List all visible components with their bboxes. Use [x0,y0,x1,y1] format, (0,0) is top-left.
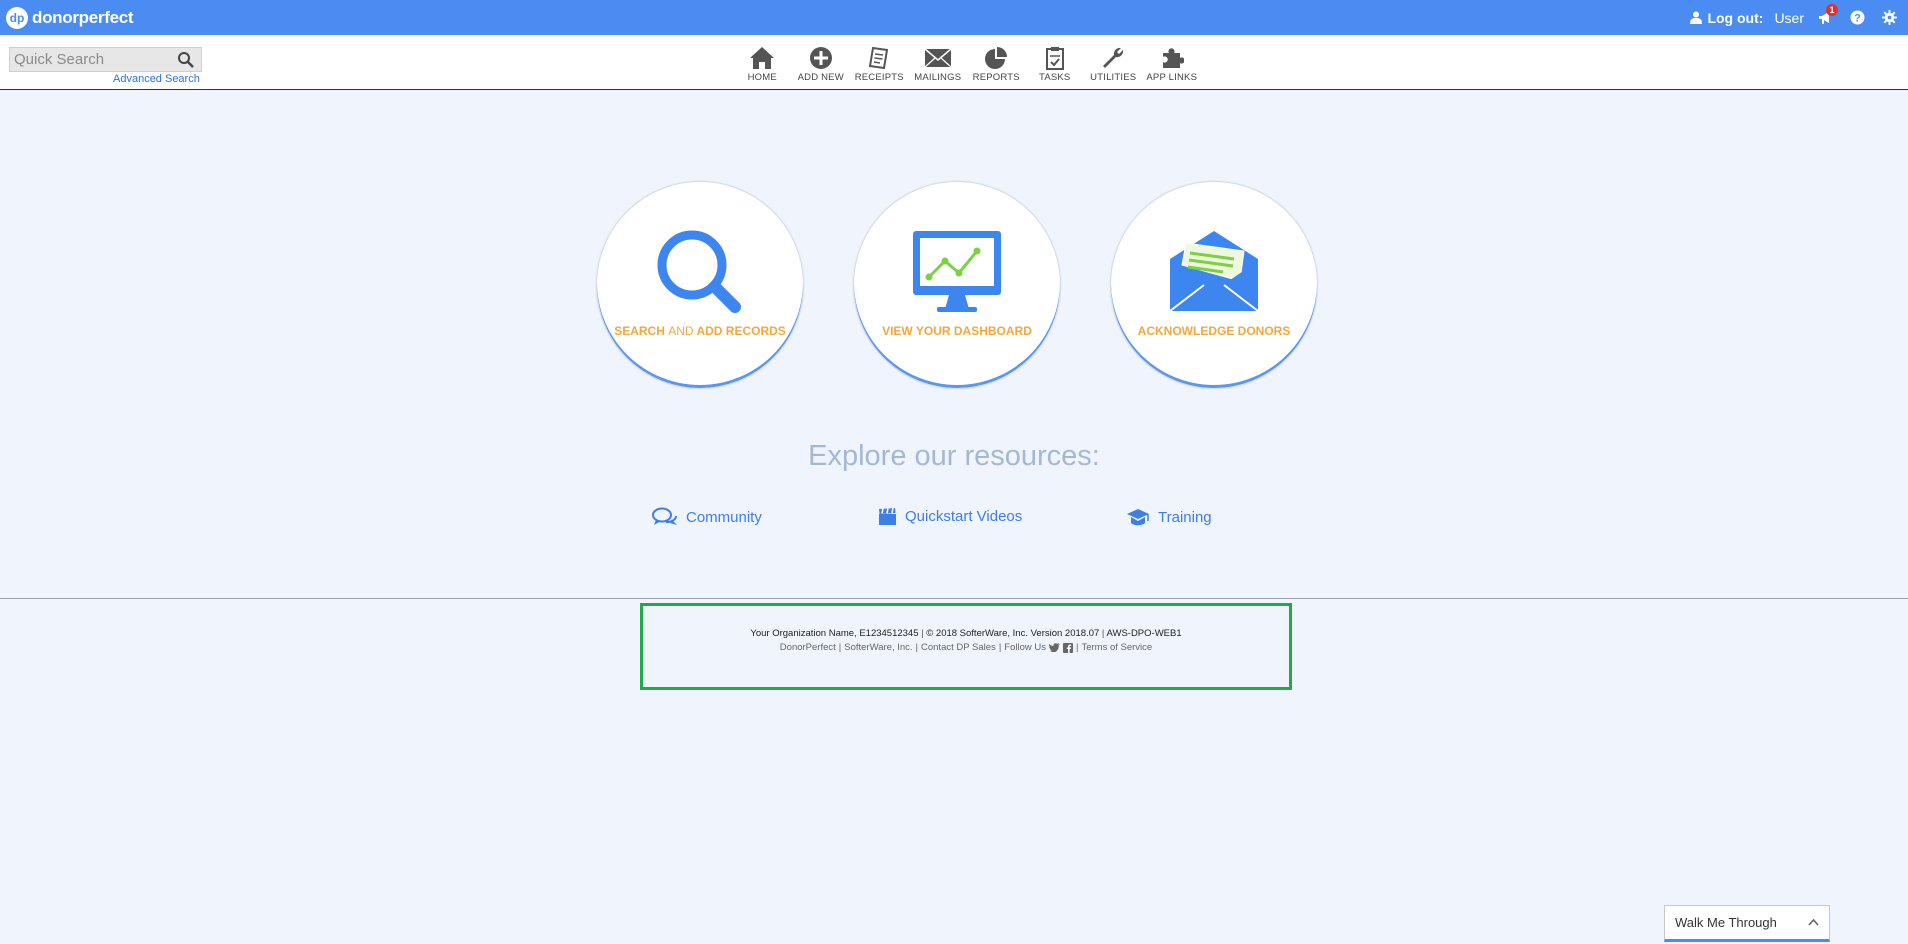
clapperboard-icon [879,507,896,525]
top-right-actions: Log out: User 1 ? [1690,0,1900,35]
acknowledge-card-label: ACKNOWLEDGE DONORS [1137,324,1291,338]
nav-label: TASKS [1039,72,1071,83]
terms-of-service-link[interactable]: Terms of Service [1081,642,1152,653]
softerware-link[interactable]: SofterWare, Inc. [844,642,912,653]
separator: | [1075,642,1079,653]
footer-info-box: Your Organization Name, E1234512345 | © … [640,603,1292,690]
separator: | [998,642,1002,653]
acknowledge-donors-card[interactable]: ACKNOWLEDGE DONORS [1110,181,1318,389]
settings-button[interactable] [1878,7,1900,29]
notification-count-badge: 1 [1826,3,1838,16]
nav-label: ADD NEW [797,72,844,83]
user-icon [1690,11,1703,24]
server-name: AWS-DPO-WEB1 [1106,628,1182,639]
separator: | [838,642,842,653]
main-nav-row: Advanced Search HOME ADD NEW RECEIPTS MA… [0,35,1908,90]
walk-me-through-label: Walk Me Through [1675,915,1777,930]
clipboard-icon [1045,47,1064,70]
organization-name: Your Organization Name, E1234512345 [750,628,919,639]
nav-item-app-links[interactable]: APP LINKS [1143,45,1202,83]
nav-items: HOME ADD NEW RECEIPTS MAILINGS REPORTS T… [733,45,1201,83]
logo-text: donorperfect [32,7,134,27]
nav-label: APP LINKS [1146,72,1198,83]
nav-label: RECEIPTS [854,72,904,83]
pie-chart-icon [985,47,1008,69]
open-envelope-icon [1169,231,1259,312]
nav-item-home[interactable]: HOME [733,45,792,83]
notifications-button[interactable]: 1 [1814,3,1838,29]
chat-bubbles-icon [652,507,678,525]
nav-item-reports[interactable]: REPORTS [967,45,1026,83]
search-icon[interactable] [177,51,195,69]
copyright-text: © 2018 SofterWare, Inc. Version 2018.07 [926,628,1100,639]
walk-me-through-button[interactable]: Walk Me Through [1664,905,1830,942]
logo-badge: dp [6,6,28,29]
contact-sales-link[interactable]: Contact DP Sales [921,642,996,653]
community-link[interactable]: Community [652,507,762,527]
monitor-chart-icon [913,231,1001,312]
nav-label: UTILITIES [1090,72,1137,83]
follow-us-label: Follow Us [1004,642,1046,653]
user-name: User [1774,9,1804,26]
advanced-search-link[interactable]: Advanced Search [113,73,200,85]
plus-circle-icon [809,47,832,69]
graduation-cap-icon [1127,509,1149,526]
search-and-add-records-card[interactable]: SEARCH AND ADD RECORDS [596,181,804,389]
nav-item-utilities[interactable]: UTILITIES [1084,45,1143,83]
quickstart-videos-label: Quickstart Videos [905,508,1023,525]
nav-item-receipts[interactable]: RECEIPTS [850,45,909,83]
facebook-icon[interactable] [1062,642,1073,653]
donorperfect-link[interactable]: DonorPerfect [780,642,836,653]
dashboard-card-label: VIEW YOUR DASHBOARD [882,324,1032,338]
magnifier-icon [657,230,741,313]
twitter-icon[interactable] [1048,643,1060,652]
training-label: Training [1158,508,1212,526]
home-icon [750,47,775,69]
label-part: SEARCH [614,324,665,338]
puzzle-icon [1162,48,1184,68]
donorperfect-logo[interactable]: dp donorperfect [6,6,134,29]
chevron-up-icon [1808,918,1819,926]
separator: | [915,642,918,653]
label-part: AND [668,324,694,338]
footer-row-2: DonorPerfect | SofterWare, Inc. | Contac… [643,642,1289,653]
nav-item-mailings[interactable]: MAILINGS [909,45,968,83]
nav-item-tasks[interactable]: TASKS [1026,45,1085,83]
community-label: Community [686,508,762,526]
nav-label: REPORTS [972,72,1020,83]
view-dashboard-card[interactable]: VIEW YOUR DASHBOARD [853,181,1061,389]
svg-text:?: ? [1854,13,1861,25]
quickstart-videos-link[interactable]: Quickstart Videos [878,507,1022,526]
help-button[interactable]: ? [1846,7,1868,29]
explore-resources-heading: Explore our resources: [808,440,1100,472]
logout-label: Log out: [1707,9,1764,26]
envelope-icon [924,48,952,68]
quick-search-input[interactable] [10,48,170,71]
gear-icon [1881,10,1897,25]
wrench-icon [1103,47,1124,68]
help-icon: ? [1850,10,1864,25]
receipt-icon [869,46,889,70]
label-part: ADD RECORDS [696,324,786,338]
quick-search-box [9,47,202,72]
footer-row-1: Your Organization Name, E1234512345 | © … [643,628,1289,639]
logout-button[interactable]: Log out: User [1690,10,1804,26]
nav-item-add-new[interactable]: ADD NEW [792,45,851,83]
top-bar: dp donorperfect Log out: User 1 ? [0,0,1908,35]
training-link[interactable]: Training [1126,507,1212,527]
search-card-label: SEARCH AND ADD RECORDS [597,324,803,338]
nav-label: MAILINGS [914,72,962,83]
footer-divider [0,598,1908,599]
nav-label: HOME [747,72,777,83]
